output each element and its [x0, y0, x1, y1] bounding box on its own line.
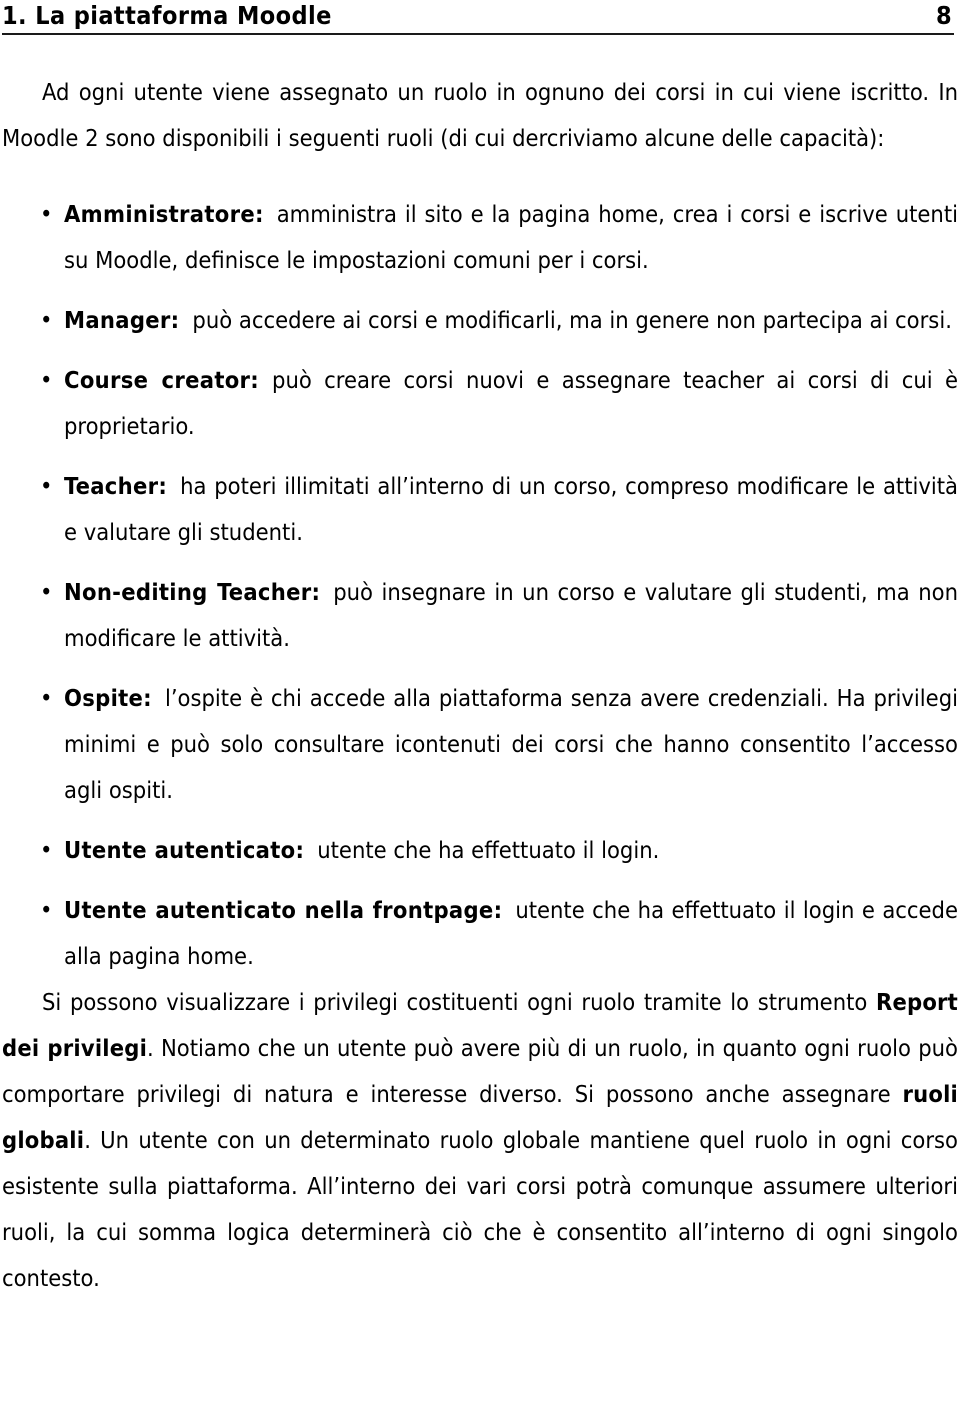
list-item: • Amministratore: amministra il sito e la… [2, 191, 958, 283]
list-item: • Ospite: l’ospite è chi accede alla piat… [2, 675, 958, 813]
closing-text-part-3: . Un utente con un determinato ruolo glo… [2, 1125, 958, 1292]
list-item: • Utente autenticato nella frontpage: ute… [2, 887, 958, 979]
bullet-icon: • [40, 199, 53, 228]
list-item: • Utente autenticato: utente che ha effet… [2, 827, 958, 873]
running-header: 1. La piattaforma Moodle 8 [2, 0, 958, 32]
role-description: ha poteri illimitati all’interno di un c… [64, 471, 958, 546]
page-body: Ad ogni utente viene assegnato un ruolo … [2, 69, 958, 1301]
bullet-icon: • [40, 835, 53, 864]
bullet-icon: • [40, 895, 53, 924]
list-item: • Teacher: ha poteri illimitati all’inter… [2, 463, 958, 555]
role-term: Amministratore: [64, 199, 264, 228]
list-item: • Non-editing Teacher: può insegnare in u… [2, 569, 958, 661]
closing-text-part-1: Si possono visualizzare i privilegi cost… [42, 987, 876, 1016]
role-term: Teacher: [64, 471, 168, 500]
role-description: l’ospite è chi accede alla piattaforma s… [64, 683, 958, 804]
bullet-icon: • [40, 471, 53, 500]
document-page: 1. La piattaforma Moodle 8 Ad ogni utent… [0, 0, 960, 1423]
list-item: • Manager: può accedere ai corsi e modifi… [2, 297, 958, 343]
role-term: Ospite: [64, 683, 152, 712]
bullet-icon: • [40, 305, 53, 334]
list-item: • Course creator: può creare corsi nuovi … [2, 357, 958, 449]
closing-paragraph: Si possono visualizzare i privilegi cost… [2, 979, 958, 1301]
role-term: Manager: [64, 305, 180, 334]
page-number: 8 [935, 1, 952, 30]
bullet-icon: • [40, 365, 53, 394]
role-term: Course creator: [64, 365, 260, 394]
header-divider-rule [2, 32, 954, 35]
role-description: utente che ha effettuato il login. [317, 835, 660, 864]
bullet-icon: • [40, 683, 53, 712]
chapter-title: 1. La piattaforma Moodle [2, 1, 332, 30]
roles-list: • Amministratore: amministra il sito e la… [2, 191, 958, 979]
role-term: Utente autenticato nella frontpage: [64, 895, 503, 924]
bullet-icon: • [40, 577, 53, 606]
role-description: può accedere ai corsi e modificarli, ma … [192, 305, 952, 334]
role-term: Non-editing Teacher: [64, 577, 321, 606]
intro-paragraph: Ad ogni utente viene assegnato un ruolo … [2, 77, 958, 152]
role-term: Utente autenticato: [64, 835, 305, 864]
